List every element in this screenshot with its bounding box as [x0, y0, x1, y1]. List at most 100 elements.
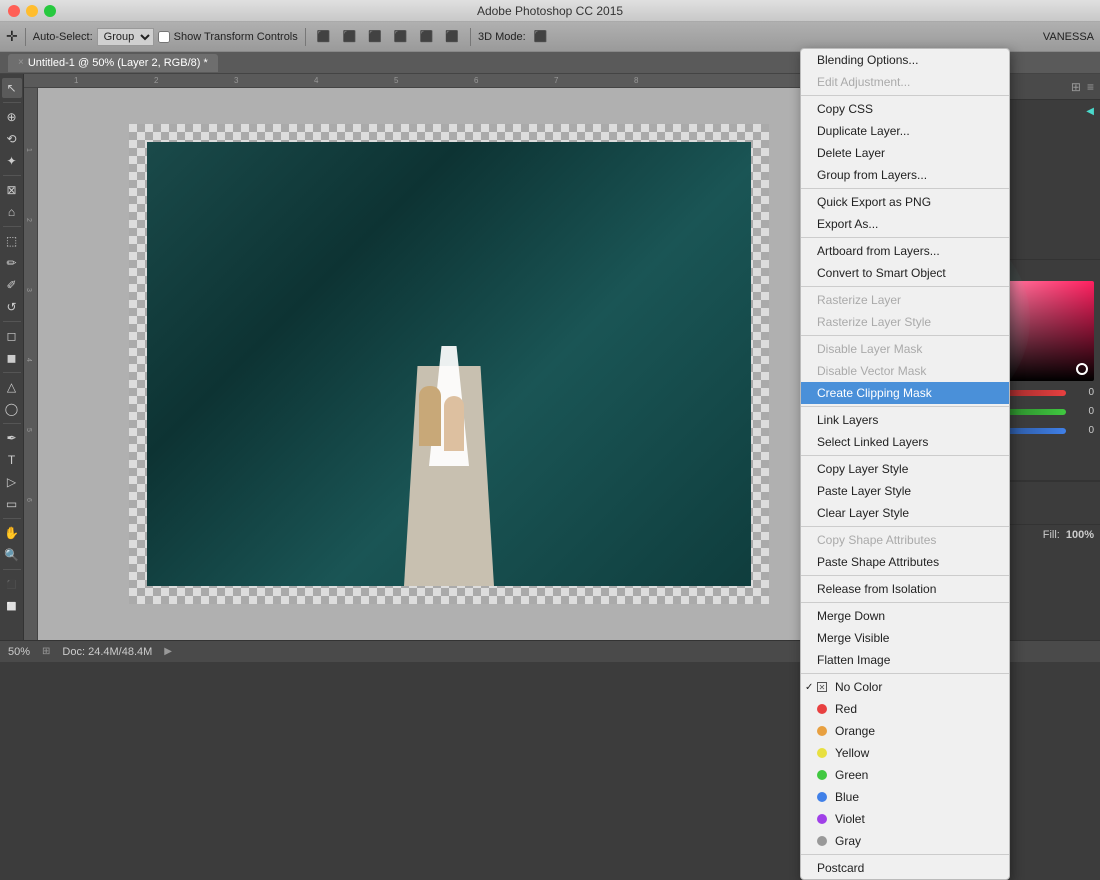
type-tool[interactable]: T [2, 450, 22, 470]
shape-tool[interactable]: ▭ [2, 494, 22, 514]
cm-color-yellow[interactable]: Yellow [801, 742, 1009, 764]
status-arrow[interactable]: ▶ [164, 646, 172, 657]
cm-sep-9 [801, 575, 1009, 576]
red-value: 0 [1070, 387, 1094, 398]
align-middle-icon[interactable]: ⬛ [416, 28, 438, 45]
selection-tool[interactable]: ⊕ [2, 107, 22, 127]
minimize-button[interactable] [26, 5, 38, 17]
canvas-content[interactable] [38, 88, 860, 640]
yellow-color-dot [817, 748, 827, 758]
pen-tool[interactable]: ✒ [2, 428, 22, 448]
cm-postcard[interactable]: Postcard [801, 857, 1009, 879]
healing-tool[interactable]: ⬚ [2, 231, 22, 251]
cm-export-as[interactable]: Export As... [801, 213, 1009, 235]
cm-quick-export[interactable]: Quick Export as PNG [801, 191, 1009, 213]
quick-select-tool[interactable]: ✦ [2, 151, 22, 171]
cm-flatten-image[interactable]: Flatten Image [801, 649, 1009, 671]
cm-color-orange[interactable]: Orange [801, 720, 1009, 742]
cm-link-layers[interactable]: Link Layers [801, 409, 1009, 431]
foreground-color[interactable]: ⬛ [2, 574, 22, 594]
cm-sep-5 [801, 335, 1009, 336]
cm-delete-layer[interactable]: Delete Layer [801, 142, 1009, 164]
doc-size: Doc: 24.4M/48.4M [62, 646, 152, 658]
ruler-mark-6: 6 [474, 76, 478, 85]
panel-menu-icon[interactable]: ≡ [1087, 80, 1094, 94]
cm-paste-layer-style[interactable]: Paste Layer Style [801, 480, 1009, 502]
align-bottom-icon[interactable]: ⬛ [441, 28, 463, 45]
color-picker-handle[interactable] [1076, 363, 1088, 375]
cm-merge-visible[interactable]: Merge Visible [801, 627, 1009, 649]
3d-mode-label: 3D Mode: [478, 31, 526, 43]
cm-color-green[interactable]: Green [801, 764, 1009, 786]
auto-select-label: Auto-Select: [33, 31, 93, 43]
blur-tool[interactable]: △ [2, 377, 22, 397]
lasso-tool[interactable]: ⟲ [2, 129, 22, 149]
cm-blending-options[interactable]: Blending Options... [801, 49, 1009, 71]
tool-separator-4 [3, 321, 21, 322]
ruler-v-mark-2: 2 [25, 218, 32, 222]
active-tab[interactable]: × Untitled-1 @ 50% (Layer 2, RGB/8) * [8, 54, 218, 72]
cm-color-blue[interactable]: Blue [801, 786, 1009, 808]
ruler-v-mark-6: 6 [25, 498, 32, 502]
hand-tool[interactable]: ✋ [2, 523, 22, 543]
path-selection-tool[interactable]: ▷ [2, 472, 22, 492]
align-center-icon[interactable]: ⬛ [338, 28, 360, 45]
cm-duplicate-layer[interactable]: Duplicate Layer... [801, 120, 1009, 142]
orange-color-dot [817, 726, 827, 736]
cm-artboard-from-layers[interactable]: Artboard from Layers... [801, 240, 1009, 262]
crop-tool[interactable]: ⊠ [2, 180, 22, 200]
canvas-image [147, 142, 751, 586]
cm-select-linked-layers[interactable]: Select Linked Layers [801, 431, 1009, 453]
cm-copy-css[interactable]: Copy CSS [801, 98, 1009, 120]
gradient-tool[interactable]: ◼ [2, 348, 22, 368]
move-tool-icon[interactable]: ✛ [6, 28, 18, 45]
left-toolbar: ↖ ⊕ ⟲ ✦ ⊠ ⌂ ⬚ ✏ ✐ ↺ ◻ ◼ △ ◯ ✒ T ▷ ▭ ✋ 🔍 … [0, 74, 24, 640]
history-state-icon[interactable]: ◀ [1086, 106, 1094, 117]
cm-rasterize-layer-style: Rasterize Layer Style [801, 311, 1009, 333]
align-right-icon[interactable]: ⬛ [364, 28, 386, 45]
cm-sep-12 [801, 854, 1009, 855]
eyedropper-tool[interactable]: ⌂ [2, 202, 22, 222]
history-brush-tool[interactable]: ↺ [2, 297, 22, 317]
panel-list-view-icon[interactable]: ⊞ [1071, 80, 1081, 94]
tab-close-btn[interactable]: × [18, 57, 24, 68]
cm-paste-shape-attributes[interactable]: Paste Shape Attributes [801, 551, 1009, 573]
zoom-icon[interactable]: ⊞ [42, 646, 50, 657]
3d-icon[interactable]: ⬛ [530, 28, 552, 45]
cm-copy-layer-style[interactable]: Copy Layer Style [801, 458, 1009, 480]
window-controls [8, 5, 56, 17]
fill-value[interactable]: 100% [1066, 529, 1094, 541]
zoom-tool[interactable]: 🔍 [2, 545, 22, 565]
cm-group-from-layers[interactable]: Group from Layers... [801, 164, 1009, 186]
cm-color-violet[interactable]: Violet [801, 808, 1009, 830]
move-tool[interactable]: ↖ [2, 78, 22, 98]
cm-clear-layer-style[interactable]: Clear Layer Style [801, 502, 1009, 524]
horizontal-ruler: 1 2 3 4 5 6 7 8 [24, 74, 860, 88]
background-color[interactable]: ⬜ [2, 596, 22, 616]
maximize-button[interactable] [44, 5, 56, 17]
cm-color-none[interactable]: ✕ No Color ✓ [801, 676, 1009, 698]
cm-rasterize-layer: Rasterize Layer [801, 289, 1009, 311]
auto-select-dropdown[interactable]: Group [97, 28, 154, 46]
brush-tool[interactable]: ✏ [2, 253, 22, 273]
dodge-tool[interactable]: ◯ [2, 399, 22, 419]
cm-merge-down[interactable]: Merge Down [801, 605, 1009, 627]
boat-group [389, 266, 509, 586]
cm-sep-10 [801, 602, 1009, 603]
cm-create-clipping-mask[interactable]: Create Clipping Mask [801, 382, 1009, 404]
cm-color-red[interactable]: Red [801, 698, 1009, 720]
cm-convert-smart-object[interactable]: Convert to Smart Object [801, 262, 1009, 284]
clone-tool[interactable]: ✐ [2, 275, 22, 295]
tool-separator-3 [3, 226, 21, 227]
show-transform-checkbox[interactable] [158, 31, 170, 43]
eraser-tool[interactable]: ◻ [2, 326, 22, 346]
align-top-icon[interactable]: ⬛ [390, 28, 412, 45]
align-left-icon[interactable]: ⬛ [313, 28, 335, 45]
cm-release-from-isolation[interactable]: Release from Isolation [801, 578, 1009, 600]
context-menu[interactable]: Blending Options... Edit Adjustment... C… [800, 48, 1010, 880]
canvas-document[interactable] [129, 124, 769, 604]
close-button[interactable] [8, 5, 20, 17]
tool-separator-2 [3, 175, 21, 176]
cm-color-gray[interactable]: Gray [801, 830, 1009, 852]
tool-separator [3, 102, 21, 103]
